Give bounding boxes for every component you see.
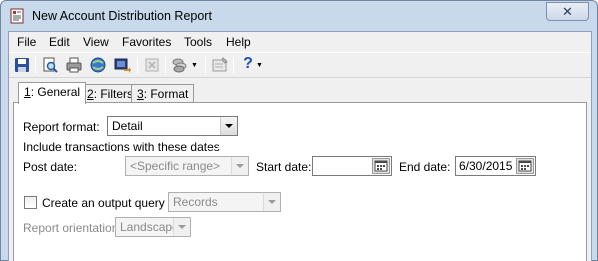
export-icon[interactable]: [113, 56, 131, 74]
close-icon: ✕: [562, 4, 573, 19]
help-icon[interactable]: ?: [239, 55, 257, 73]
calendar-icon[interactable]: [516, 158, 534, 174]
client-area: File Edit View Favorites Tools Help ▼ ? …: [8, 31, 592, 261]
output-query-select[interactable]: Records: [168, 192, 281, 212]
form-divider: [23, 183, 579, 184]
coins-icon[interactable]: [171, 56, 189, 74]
post-date-value: <Specific range>: [130, 159, 221, 173]
toolbar-separator: [205, 57, 206, 74]
properties-icon[interactable]: [211, 56, 229, 74]
title-bar[interactable]: New Account Distribution Report ✕: [1, 1, 597, 31]
start-date-field[interactable]: [312, 156, 392, 176]
window-title: New Account Distribution Report: [32, 9, 212, 23]
calendar-icon[interactable]: [372, 158, 390, 174]
section-divider: [207, 148, 579, 149]
start-date-label: Start date:: [256, 160, 312, 174]
chevron-down-icon[interactable]: ▼: [191, 62, 198, 69]
menu-favorites[interactable]: Favorites: [122, 35, 171, 49]
toolbar-separator: [165, 57, 166, 74]
post-date-select[interactable]: <Specific range>: [125, 156, 249, 176]
chevron-down-icon[interactable]: [231, 157, 248, 175]
report-app-icon: [10, 8, 24, 24]
print-preview-icon[interactable]: [41, 56, 59, 74]
tab-filters-label: : Filters: [93, 87, 134, 101]
output-query-value: Records: [173, 195, 218, 209]
tab-format-label: : Format: [143, 87, 189, 101]
save-icon[interactable]: [13, 56, 31, 74]
menu-file[interactable]: File: [17, 35, 36, 49]
date-section-label: Include transactions with these dates: [23, 140, 220, 154]
general-tab-panel: Report format: Detail Include transactio…: [13, 102, 587, 261]
end-date-field[interactable]: 6/30/2015: [455, 156, 536, 176]
output-query-label[interactable]: Create an output query of: [42, 196, 178, 210]
toolbar: ▼ ? ▼: [9, 52, 591, 78]
toolbar-separator: [137, 57, 138, 74]
menu-view[interactable]: View: [83, 35, 109, 49]
end-date-value: 6/30/2015: [459, 159, 513, 173]
report-format-label: Report format:: [23, 120, 100, 134]
print-icon[interactable]: [65, 56, 83, 74]
chevron-down-icon[interactable]: [263, 193, 280, 211]
report-format-value: Detail: [112, 119, 143, 133]
chevron-down-icon[interactable]: [220, 117, 237, 135]
tab-general-accel: 1: [24, 85, 31, 99]
chevron-down-icon[interactable]: ▼: [256, 62, 263, 69]
tab-filters-accel: 2: [87, 87, 94, 101]
report-orientation-label: Report orientation:: [23, 221, 122, 235]
chevron-down-icon[interactable]: [173, 218, 190, 236]
tab-format-accel: 3: [137, 87, 144, 101]
tab-format[interactable]: 3: Format: [131, 84, 195, 103]
toolbar-separator: [233, 57, 234, 74]
report-orientation-select[interactable]: Landscape: [115, 217, 191, 237]
report-orientation-value: Landscape: [120, 220, 179, 234]
output-query-checkbox[interactable]: [24, 196, 37, 209]
delete-icon[interactable]: [143, 56, 161, 74]
report-format-select[interactable]: Detail: [107, 116, 238, 136]
menu-help[interactable]: Help: [226, 35, 251, 49]
post-date-label: Post date:: [23, 160, 78, 174]
menu-edit[interactable]: Edit: [49, 35, 70, 49]
menu-bar: File Edit View Favorites Tools Help: [9, 32, 591, 51]
toolbar-separator: [35, 57, 36, 74]
menu-tools[interactable]: Tools: [184, 35, 212, 49]
tab-general[interactable]: 1: General: [18, 82, 87, 104]
end-date-label: End date:: [399, 160, 451, 174]
report-window: New Account Distribution Report ✕ File E…: [0, 0, 598, 261]
tab-general-label: : General: [30, 85, 81, 99]
web-icon[interactable]: [89, 56, 107, 74]
close-button[interactable]: ✕: [546, 2, 589, 21]
